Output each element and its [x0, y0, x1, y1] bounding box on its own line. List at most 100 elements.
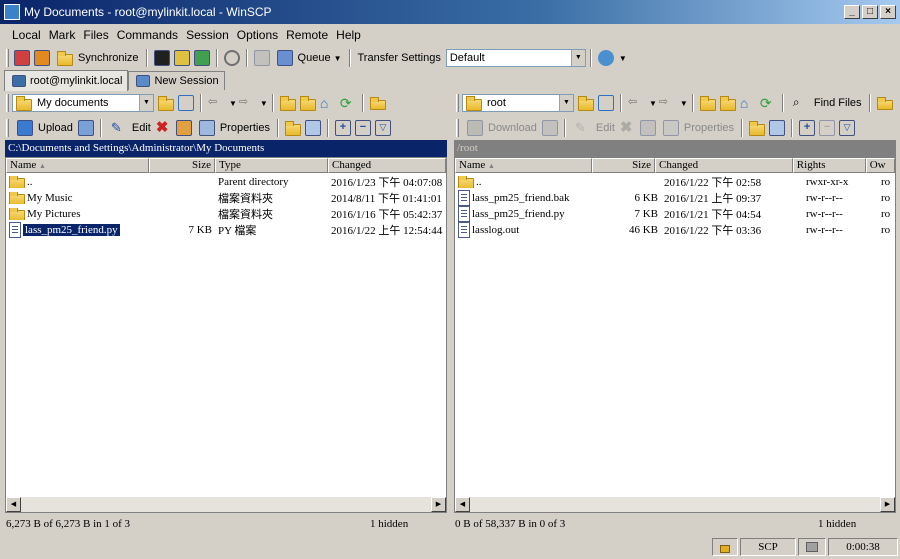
scroll-track[interactable] — [470, 497, 880, 512]
refresh-icon[interactable]: ⟳ — [760, 95, 776, 111]
unselect-all-icon[interactable]: − — [354, 120, 371, 136]
maximize-button[interactable]: □ — [862, 5, 878, 19]
putty-icon[interactable] — [173, 50, 190, 66]
open-directory-icon[interactable] — [578, 96, 594, 111]
home-icon[interactable]: ⌂ — [320, 95, 336, 111]
scroll-left-icon[interactable]: ◀ — [6, 497, 21, 512]
table-row[interactable]: .. Parent directory 2016/1/23 下午 04:07:0… — [6, 174, 446, 190]
chevron-down-icon[interactable]: ▼ — [139, 95, 153, 111]
left-location-select[interactable]: My documents ▼ — [12, 94, 154, 112]
table-row[interactable]: lass_pm25_friend.bak 6 KB 2016/1/21 上午 0… — [455, 190, 895, 206]
menu-local[interactable]: Local — [8, 28, 45, 42]
parent-directory-icon[interactable] — [699, 96, 716, 111]
table-row-selected[interactable]: lass_pm25_friend.py 7 KB PY 檔案 2016/1/22… — [6, 222, 446, 238]
panel-splitter[interactable] — [449, 140, 452, 514]
menu-session[interactable]: Session — [182, 28, 233, 42]
globe-icon[interactable] — [597, 50, 614, 66]
tree-toggle-icon[interactable] — [369, 97, 386, 110]
column-header-size[interactable]: Size — [149, 158, 215, 173]
edit-button[interactable]: ✎ Edit — [106, 120, 154, 136]
menu-mark[interactable]: Mark — [45, 28, 80, 42]
properties-button[interactable]: Properties — [194, 120, 273, 136]
synchronize-button[interactable]: Synchronize — [52, 51, 142, 66]
compare-directories-icon[interactable] — [14, 50, 30, 66]
toolbar-grip[interactable] — [6, 94, 9, 112]
menu-files[interactable]: Files — [79, 28, 112, 42]
toolbar-grip[interactable] — [6, 119, 9, 137]
new-folder-icon[interactable] — [749, 121, 766, 136]
toolbar-grip[interactable] — [456, 119, 459, 137]
console-icon[interactable] — [153, 50, 170, 66]
toolbar-grip[interactable] — [456, 94, 459, 112]
filter-icon[interactable] — [598, 95, 614, 111]
filter-select-icon[interactable]: ▽ — [374, 120, 391, 136]
root-directory-icon[interactable] — [719, 96, 736, 111]
select-all-icon[interactable]: + — [799, 120, 816, 136]
column-header-owner[interactable]: Ow — [865, 158, 895, 173]
right-horizontal-scrollbar[interactable]: ◀ ▶ — [455, 497, 895, 512]
select-all-icon[interactable]: + — [334, 120, 351, 136]
column-header-rights[interactable]: Rights — [792, 158, 866, 173]
right-location-select[interactable]: root ▼ — [462, 94, 574, 112]
delete-icon[interactable]: ✖ — [156, 120, 172, 136]
root-directory-icon[interactable] — [299, 96, 316, 111]
tab-new-session[interactable]: New Session — [128, 71, 225, 90]
column-header-size[interactable]: Size — [591, 158, 656, 173]
synchronize-browsing-icon[interactable] — [34, 50, 50, 66]
refresh-session-icon[interactable] — [193, 50, 210, 66]
column-header-name[interactable]: Name ▲ — [6, 158, 149, 173]
new-file-icon[interactable] — [769, 120, 786, 136]
toolbar-separator — [691, 94, 694, 112]
rename-icon — [639, 120, 656, 136]
table-row[interactable]: lasslog.out 46 KB 2016/1/22 下午 03:36 rw-… — [455, 222, 895, 238]
column-header-name[interactable]: Name ▲ — [455, 158, 592, 173]
new-file-icon[interactable] — [304, 120, 321, 136]
filter-icon[interactable] — [178, 95, 194, 111]
scroll-left-icon[interactable]: ◀ — [455, 497, 470, 512]
table-row[interactable]: lass_pm25_friend.py 7 KB 2016/1/21 下午 04… — [455, 206, 895, 222]
menu-options[interactable]: Options — [233, 28, 282, 42]
properties-button[interactable]: Properties — [658, 120, 737, 136]
table-row[interactable]: My Music 檔案資料夾 2014/8/11 下午 01:41:01 — [6, 190, 446, 206]
transfer-settings-select[interactable]: Default ▼ — [445, 49, 586, 67]
chevron-down-icon[interactable]: ▼ — [570, 50, 585, 66]
tree-toggle-icon[interactable] — [876, 97, 893, 110]
sort-ascending-icon: ▲ — [39, 162, 46, 170]
column-header-changed[interactable]: Changed — [328, 158, 446, 173]
new-folder-icon[interactable] — [284, 121, 301, 136]
filter-select-icon[interactable]: ▽ — [839, 120, 856, 136]
rename-icon[interactable] — [175, 120, 192, 136]
edit-button[interactable]: ✎ Edit — [570, 120, 618, 136]
scroll-track[interactable] — [21, 497, 431, 512]
find-files-button[interactable]: ⌕ Find Files — [788, 95, 865, 111]
left-horizontal-scrollbar[interactable]: ◀ ▶ — [6, 497, 446, 512]
minimize-button[interactable]: _ — [844, 5, 860, 19]
chevron-down-icon[interactable]: ▼ — [559, 95, 573, 111]
menu-commands[interactable]: Commands — [113, 28, 182, 42]
table-row[interactable]: My Pictures 檔案資料夾 2016/1/16 下午 05:42:37 — [6, 206, 446, 222]
left-status-hidden[interactable]: 1 hidden — [370, 515, 440, 533]
table-row[interactable]: .. 2016/1/22 下午 02:58 rwxr-xr-x ro — [455, 174, 895, 190]
gear-icon[interactable] — [223, 50, 240, 66]
chevron-down-icon[interactable]: ▼ — [619, 54, 627, 63]
upload-button[interactable]: Upload — [12, 120, 76, 136]
menu-remote[interactable]: Remote — [282, 28, 332, 42]
column-header-type[interactable]: Type — [215, 158, 328, 173]
home-icon[interactable]: ⌂ — [740, 95, 756, 111]
right-status-hidden[interactable]: 1 hidden — [818, 515, 888, 533]
tab-root-mylinkit[interactable]: root@mylinkit.local — [4, 70, 129, 91]
toolbar-grip[interactable] — [6, 49, 9, 67]
scroll-right-icon[interactable]: ▶ — [431, 497, 446, 512]
download-button[interactable]: Download — [462, 120, 540, 136]
open-directory-icon[interactable] — [158, 96, 174, 111]
toolbar-separator — [361, 94, 364, 112]
upload-options-icon[interactable] — [77, 120, 94, 136]
refresh-icon[interactable]: ⟳ — [340, 95, 356, 111]
column-header-changed[interactable]: Changed — [655, 158, 793, 173]
close-button[interactable]: × — [880, 5, 896, 19]
queue-button[interactable]: Queue ▼ — [272, 50, 345, 66]
scroll-right-icon[interactable]: ▶ — [880, 497, 895, 512]
menu-help[interactable]: Help — [332, 28, 365, 42]
parent-directory-icon[interactable] — [279, 96, 296, 111]
unselect-all-icon: − — [819, 120, 836, 136]
